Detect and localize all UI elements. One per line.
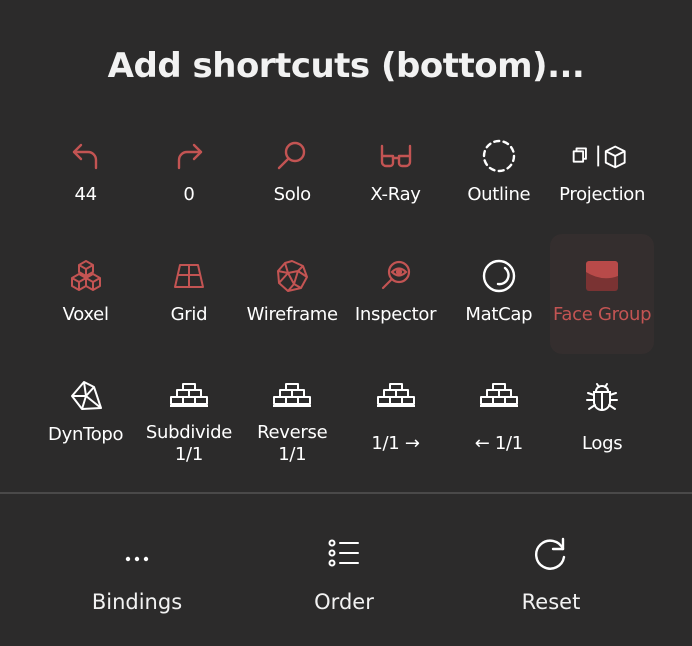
shortcut-solo[interactable]: Solo — [241, 114, 344, 234]
shortcut-label: Projection — [559, 184, 646, 205]
shortcut-label: Face Group — [553, 304, 652, 325]
shortcut-wireframe[interactable]: Wireframe — [241, 234, 344, 354]
order-label: Order — [314, 590, 374, 614]
shortcut-label: 44 — [74, 184, 97, 205]
stacked-bars-icon — [376, 376, 416, 416]
undo-icon — [66, 136, 106, 176]
shortcut-subdivide[interactable]: Subdivide 1/1 — [137, 354, 240, 474]
shortcut-logs[interactable]: Logs — [550, 354, 653, 474]
shortcut-label: Subdivide 1/1 — [145, 422, 233, 465]
shortcut-label: DynTopo — [48, 424, 124, 445]
shortcut-label: Inspector — [354, 304, 437, 325]
shortcut-label: Outline — [467, 184, 531, 205]
grid-plane-icon — [169, 256, 209, 296]
bindings-label: Bindings — [91, 590, 183, 614]
shortcut-face-group[interactable]: Face Group — [550, 234, 654, 354]
shortcut-label: 0 — [183, 184, 195, 205]
stacked-bars-icon — [479, 376, 519, 416]
shortcut-outline[interactable]: Outline — [447, 114, 550, 234]
glasses-icon — [376, 136, 416, 176]
shortcut-next-level[interactable]: 1/1 → — [344, 354, 447, 474]
shortcut-inspector[interactable]: Inspector — [344, 234, 447, 354]
shortcut-row-2: Voxel Grid Wireframe Inspector MatCap Fa… — [34, 234, 654, 354]
shortcut-reverse[interactable]: Reverse 1/1 — [241, 354, 344, 474]
bottom-toolbar: Bindings Order Reset — [0, 530, 692, 630]
bug-icon — [582, 376, 622, 416]
shortcut-redo[interactable]: 0 — [137, 114, 240, 234]
shortcut-dyntopo[interactable]: DynTopo — [34, 354, 137, 474]
shortcut-undo[interactable]: 44 — [34, 114, 137, 234]
bindings-button[interactable]: Bindings — [67, 530, 207, 626]
shortcut-row-3: DynTopo Subdivide 1/1 Reverse 1/1 1/1 → … — [34, 354, 654, 474]
shortcut-label: Logs — [581, 433, 623, 454]
shortcut-xray[interactable]: X-Ray — [344, 114, 447, 234]
reset-arrow-icon — [533, 530, 569, 576]
wireframe-sphere-icon — [272, 256, 312, 296]
shortcut-label: MatCap — [465, 304, 533, 325]
gem-icon — [66, 376, 106, 416]
face-group-icon — [582, 256, 622, 296]
redo-icon — [169, 136, 209, 176]
shortcut-grid-toggle[interactable]: Grid — [137, 234, 240, 354]
shortcut-label: 1/1 → — [371, 433, 420, 454]
shortcut-label: X-Ray — [370, 184, 421, 205]
shortcut-projection[interactable]: Projection — [550, 114, 653, 234]
inspector-eye-icon — [376, 256, 416, 296]
shortcut-label: Wireframe — [246, 304, 338, 325]
divider — [0, 492, 692, 494]
shortcut-matcap[interactable]: MatCap — [447, 234, 550, 354]
order-button[interactable]: Order — [274, 530, 414, 626]
shortcut-row-1: 44 0 Solo X-Ray Outline Projection — [34, 114, 654, 234]
stacked-bars-icon — [169, 376, 209, 416]
matcap-sphere-icon — [479, 256, 519, 296]
shortcut-label: Voxel — [62, 304, 109, 325]
stacked-bars-icon — [272, 376, 312, 416]
list-order-icon — [326, 530, 362, 576]
shortcut-label: Grid — [170, 304, 208, 325]
shortcut-voxel[interactable]: Voxel — [34, 234, 137, 354]
reset-button[interactable]: Reset — [481, 530, 621, 626]
more-dots-icon — [119, 530, 155, 576]
reset-label: Reset — [521, 590, 581, 614]
dashed-circle-icon — [479, 136, 519, 176]
shortcut-label: ← 1/1 — [474, 433, 524, 454]
magnifier-icon — [272, 136, 312, 176]
projection-icon — [572, 136, 626, 176]
shortcut-label: Reverse 1/1 — [257, 422, 328, 465]
shortcut-prev-level[interactable]: ← 1/1 — [447, 354, 550, 474]
shortcut-grid: 44 0 Solo X-Ray Outline Projection Voxel… — [34, 114, 654, 474]
page-title: Add shortcuts (bottom)... — [107, 46, 585, 86]
voxel-cubes-icon — [66, 256, 106, 296]
shortcut-label: Solo — [273, 184, 312, 205]
